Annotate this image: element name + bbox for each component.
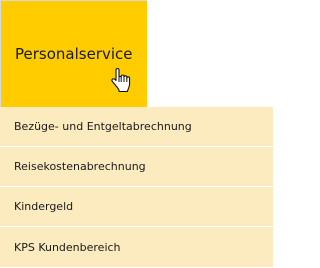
menu-item-label: Bezüge- und Entgeltabrechnung [14, 120, 192, 133]
personalservice-tile[interactable]: Personalservice [0, 0, 147, 107]
menu-item-label: Kindergeld [14, 200, 74, 213]
hand-pointer-icon [111, 67, 131, 93]
personalservice-menu: Personalservice Bezüge- und Entgeltabrec… [0, 0, 273, 268]
menu-item-kindergeld[interactable]: Kindergeld [0, 187, 273, 227]
submenu-list: Bezüge- und Entgeltabrechnung Reisekoste… [0, 107, 273, 267]
menu-item-kps-kundenbereich[interactable]: KPS Kundenbereich [0, 227, 273, 267]
menu-item-label: KPS Kundenbereich [14, 240, 121, 254]
menu-item-reisekostenabrechnung[interactable]: Reisekostenabrechnung [0, 147, 273, 187]
menu-item-label: Reisekostenabrechnung [14, 160, 146, 173]
tile-label: Personalservice [15, 45, 133, 63]
menu-item-bezuege-entgeltabrechnung[interactable]: Bezüge- und Entgeltabrechnung [0, 107, 273, 147]
